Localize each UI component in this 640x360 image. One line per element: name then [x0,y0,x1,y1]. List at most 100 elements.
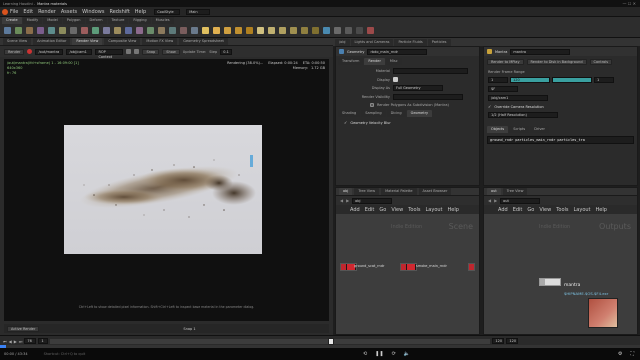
render-to-mplay-button[interactable]: Render to MPlay [487,59,524,65]
area-light-icon[interactable] [224,26,231,34]
node-smoke-main-rndr[interactable] [400,263,417,271]
tube-icon[interactable] [26,26,33,34]
skip-end-icon[interactable]: ⏭ [19,339,23,344]
current-frame-select[interactable]: $F [488,86,518,92]
subdivision-checkbox[interactable] [370,103,374,107]
switcher-icon[interactable] [356,26,363,34]
l-system-icon[interactable] [158,26,165,34]
render-to-disk-bg-button[interactable]: Render to Disk in Background [526,59,587,65]
menu-help[interactable]: Help [448,207,459,213]
tab-driver[interactable]: Driver [530,126,549,133]
stop-icon[interactable] [27,49,33,54]
forward-arrow-icon[interactable]: ▶ [494,198,497,203]
box-icon[interactable] [4,26,11,34]
render-visibility-field[interactable] [393,94,463,100]
curve-icon[interactable] [92,26,99,34]
menu-layout[interactable]: Layout [574,207,591,213]
draw-curve-icon[interactable] [103,26,110,34]
renderer-select[interactable]: /out/mantra [35,48,64,55]
region-icon[interactable] [126,49,132,54]
rop-context-select[interactable]: ROP Context [95,48,124,59]
portal-light-icon[interactable] [312,26,319,34]
display-as-select[interactable]: Full Geometry [393,85,443,91]
timeline-track[interactable] [50,337,491,345]
resolution-select[interactable]: 1/2 (Half Resolution) [488,112,558,118]
menu-add[interactable]: Add [350,207,360,213]
font-icon[interactable] [136,26,143,34]
tab-shading[interactable]: Shading [338,110,361,117]
shelf-tab[interactable]: Muscles [151,16,174,24]
shelf-tab[interactable]: Create [2,16,22,24]
sphere-icon[interactable] [15,26,22,34]
mantra-node-name-field[interactable]: mantra [510,48,571,55]
tab-geometry[interactable]: Geometry [406,110,433,117]
shelf-tab[interactable]: Modify [22,16,43,24]
forward-icon[interactable]: ⟳ [392,351,396,357]
menu-help[interactable]: Help [135,9,146,15]
tab-sampling[interactable]: Sampling [361,110,386,117]
forward-arrow-icon[interactable]: ▶ [346,198,349,203]
menu-go[interactable]: Go [379,207,386,213]
current-frame-field[interactable]: 76 [24,338,37,344]
tab-obj-path[interactable]: /obj [335,38,350,46]
node-mantra[interactable] [539,278,561,286]
tab-transform[interactable]: Transform [338,58,364,65]
play-icon[interactable]: ▶ [14,339,17,344]
tab-scripts[interactable]: Scripts [509,126,530,133]
shelf-tab[interactable]: Texture [107,16,129,24]
gi-light-icon[interactable] [290,26,297,34]
shelf-tab[interactable]: Deform [85,16,107,24]
volume-icon[interactable]: 🔈 [404,351,410,357]
node-flag[interactable] [540,279,545,285]
tab-motion-fx-view[interactable]: Motion FX View [142,38,178,45]
frame-end-field[interactable]: 120 [510,77,550,83]
geo-node-name-field[interactable]: rbdo_main_rndr [367,48,428,55]
camera-select[interactable]: /obj/cam1 [66,48,93,55]
tab-animation-editor[interactable]: Animation Editor [33,38,71,45]
menu-add[interactable]: Add [498,207,508,213]
context-select[interactable]: Main [186,8,211,15]
distant-light-icon[interactable] [257,26,264,34]
menu-render[interactable]: Render [38,9,56,15]
caustic-light-icon[interactable] [301,26,308,34]
active-render-button[interactable]: Active Render [7,325,40,332]
preview-icon[interactable] [134,49,140,54]
point-light-icon[interactable] [202,26,209,34]
line-icon[interactable] [70,26,77,34]
menu-tools[interactable]: Tools [556,207,568,213]
tab-out[interactable]: out [487,188,501,195]
path-icon[interactable] [114,26,121,34]
rewind-icon[interactable]: ⟲ [363,351,367,357]
start-frame-field[interactable]: 1 [38,338,49,344]
tab-render-view[interactable]: Render View [72,38,103,45]
snap-label[interactable]: Snap 1 [183,327,195,331]
network-obj-path[interactable]: obj [352,197,393,204]
camera-icon[interactable] [191,26,198,34]
desktop-select[interactable]: CoolStyle [154,8,181,15]
menu-redshift[interactable]: Redshift [109,9,129,15]
frame-start-field[interactable]: 1 [488,77,508,83]
ambient-light-icon[interactable] [323,26,330,34]
tab-dicing[interactable]: Dicing [386,110,406,117]
tab-asset-browser[interactable]: Asset Browser [418,188,452,195]
menu-layout[interactable]: Layout [426,207,443,213]
menu-windows[interactable]: Windows [82,9,104,15]
node-flag[interactable] [401,264,406,270]
snap-button[interactable]: Snap [142,48,160,55]
tab-shelf-right[interactable]: Lights and Cameras [350,38,394,46]
shelf-tab[interactable]: Polygon [62,16,85,24]
menu-view[interactable]: View [391,207,403,213]
menu-file[interactable]: File [10,9,18,15]
platonic-icon[interactable] [147,26,154,34]
file-icon[interactable] [180,26,187,34]
shelf-tab[interactable]: Model [43,16,62,24]
back-arrow-icon[interactable]: ◀ [488,198,491,203]
check-icon[interactable]: ✓ [344,120,347,125]
node-flag[interactable] [341,264,346,270]
tab-scene-view[interactable]: Scene View [3,38,32,45]
spot-light-icon[interactable] [213,26,220,34]
tab-shelf-right[interactable]: Particle Fluids [394,38,427,46]
volume-light-icon[interactable] [246,26,253,34]
shelf-tab[interactable]: Rigging [129,16,151,24]
environment-light-icon[interactable] [268,26,275,34]
